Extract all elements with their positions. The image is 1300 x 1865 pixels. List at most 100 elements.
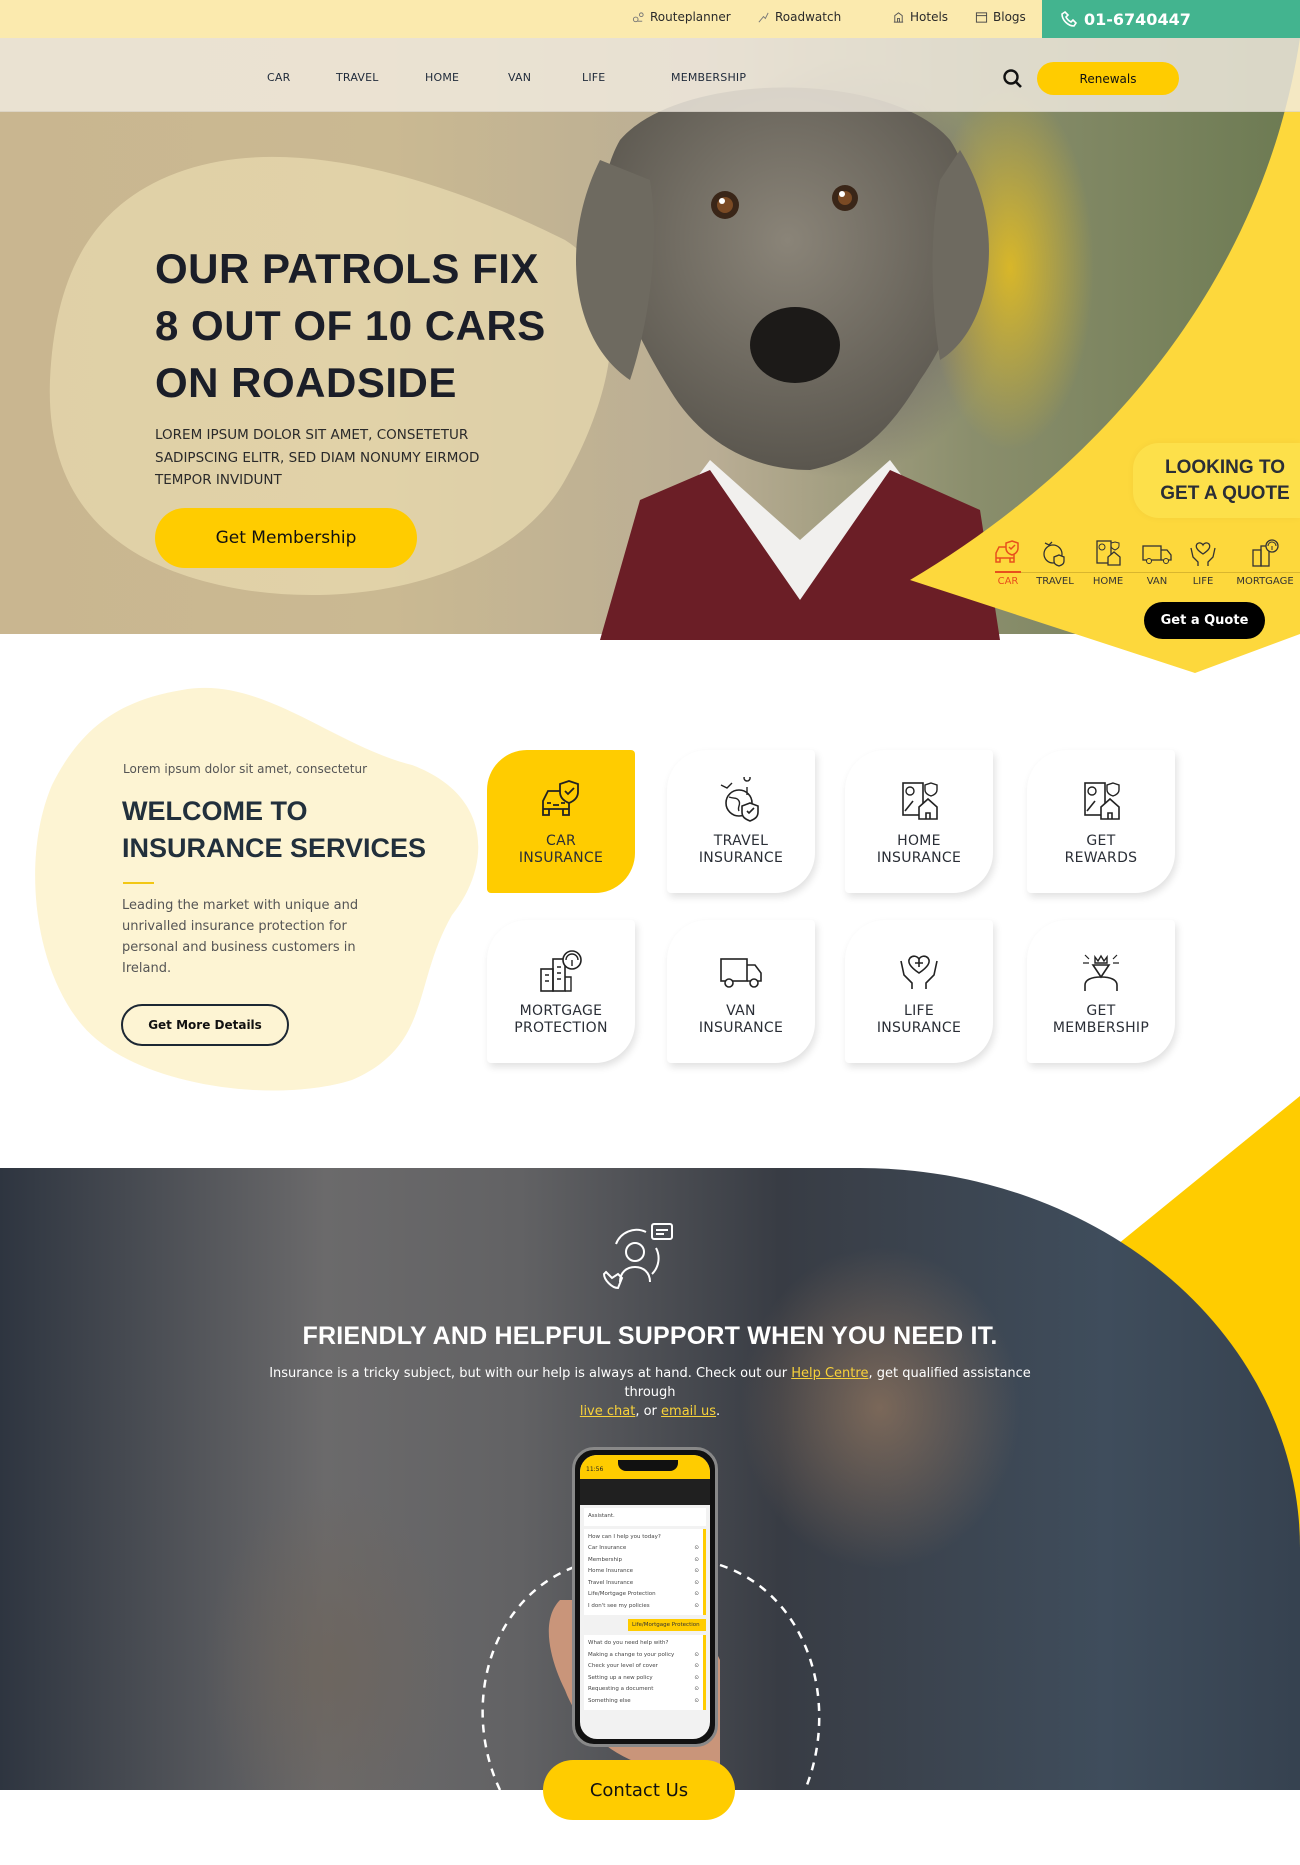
blogs-label: Blogs	[993, 10, 1026, 24]
chat-option[interactable]: Membership ⊙	[588, 1555, 699, 1567]
phone-notch	[618, 1460, 678, 1471]
quote-tab-label: TRAVEL	[1036, 576, 1074, 587]
diamond-person-icon	[1083, 954, 1119, 991]
rewards-document-icon	[1084, 781, 1120, 820]
support-text-part: Insurance is a tricky subject, but with …	[269, 1366, 792, 1381]
travel-globe-icon	[720, 776, 759, 822]
routeplanner-link[interactable]: Routeplanner	[632, 10, 731, 24]
quote-tab-label: MORTGAGE	[1236, 576, 1294, 587]
email-us-link[interactable]: email us	[661, 1404, 716, 1419]
service-card-label: CAR INSURANCE	[518, 832, 604, 866]
phone-screen: 11:56 Assistant. How can I help you toda…	[580, 1455, 710, 1739]
get-more-details-button[interactable]: Get More Details	[121, 1004, 289, 1046]
routeplanner-label: Routeplanner	[650, 10, 731, 24]
service-card-car-insurance[interactable]: CAR INSURANCE	[487, 750, 635, 893]
quote-tab-travel[interactable]: TRAVEL	[1027, 538, 1083, 587]
live-chat-link[interactable]: live chat	[580, 1404, 636, 1419]
nav-van[interactable]: VAN	[508, 71, 531, 84]
service-card-home-insurance[interactable]: HOME INSURANCE	[845, 750, 993, 893]
chat-options-card-2: What do you need help with? Making a cha…	[584, 1635, 706, 1710]
hotels-link[interactable]: Hotels	[892, 10, 948, 24]
home-document-icon	[1096, 540, 1121, 566]
quote-tab-label: CAR	[997, 576, 1019, 587]
welcome-body: Leading the market with unique and unriv…	[122, 898, 359, 976]
chat-option[interactable]: Something else ⊙	[588, 1696, 699, 1708]
hero-title-line: ON ROADSIDE	[155, 359, 457, 406]
roadwatch-label: Roadwatch	[775, 10, 842, 24]
service-card-label: VAN INSURANCE	[698, 1002, 784, 1036]
welcome-kicker: Lorem ipsum dolor sit amet, consectetur	[123, 762, 368, 776]
hero-title-line: 8 OUT OF 10 CARS	[155, 302, 546, 349]
roadwatch-link[interactable]: Roadwatch	[757, 10, 841, 24]
van-icon	[720, 957, 762, 988]
service-card-travel-insurance[interactable]: TRAVEL INSURANCE	[667, 750, 815, 893]
blog-icon	[975, 11, 988, 23]
quote-title-line: LOOKING TO	[1165, 457, 1285, 478]
home-document-icon	[902, 781, 938, 820]
chat-option[interactable]: Setting up a new policy ⊙	[588, 1673, 699, 1685]
quote-tab-label: VAN	[1146, 576, 1168, 587]
blogs-link[interactable]: Blogs	[975, 10, 1026, 24]
chat-option[interactable]: Home Insurance ⊙	[588, 1566, 699, 1578]
chat-option[interactable]: Check your level of cover ⊙	[588, 1661, 699, 1673]
phone-app-bar	[580, 1479, 710, 1505]
chat-message: Assistant.	[584, 1508, 706, 1526]
service-card-mortgage-protection[interactable]: MORTGAGE PROTECTION	[487, 920, 635, 1063]
support-text-part: , or	[635, 1404, 662, 1419]
nav-car[interactable]: CAR	[267, 71, 290, 84]
quote-title: LOOKING TO GET A QUOTE	[1150, 455, 1300, 507]
chat-option[interactable]: Travel Insurance ⊙	[588, 1578, 699, 1590]
chat-question: How can I help you today?	[588, 1533, 661, 1540]
search-icon[interactable]	[1002, 68, 1024, 90]
chat-option[interactable]: Car Insurance ⊙	[588, 1543, 699, 1555]
welcome-title: WELCOME TO INSURANCE SERVICES	[122, 793, 426, 867]
nav-travel[interactable]: TRAVEL	[336, 71, 379, 84]
service-card-label: TRAVEL INSURANCE	[698, 832, 784, 866]
support-text-part: .	[716, 1404, 721, 1419]
phone-icon	[1061, 10, 1078, 27]
chat-option[interactable]: I don't see my policies ⊙	[588, 1601, 699, 1613]
phone-number-link[interactable]: 01-6740447	[1042, 0, 1300, 38]
service-card-get-membership[interactable]: GET MEMBERSHIP	[1027, 920, 1175, 1063]
renewals-button[interactable]: Renewals	[1037, 62, 1179, 95]
nav-life[interactable]: LIFE	[582, 71, 605, 84]
phone-number: 01-6740447	[1084, 9, 1191, 29]
hotel-icon	[893, 11, 904, 23]
building-umbrella-icon	[1252, 539, 1279, 567]
get-a-quote-button[interactable]: Get a Quote	[1144, 602, 1265, 639]
quote-tab-mortgage[interactable]: MORTGAGE	[1223, 538, 1300, 587]
nav-home[interactable]: HOME	[425, 71, 459, 84]
support-text: Insurance is a tricky subject, but with …	[250, 1364, 1050, 1421]
nav-membership[interactable]: MEMBERSHIP	[671, 71, 746, 84]
service-card-label: LIFE INSURANCE	[876, 1002, 962, 1036]
service-card-label: MORTGAGE PROTECTION	[514, 1002, 608, 1036]
customer-support-icon	[602, 1223, 673, 1290]
chat-option[interactable]: Requesting a document ⊙	[588, 1684, 699, 1696]
contact-us-button[interactable]: Contact Us	[543, 1760, 735, 1820]
travel-globe-icon	[1043, 541, 1065, 567]
quote-title-line: GET A QUOTE	[1160, 483, 1290, 504]
welcome-divider	[123, 882, 154, 884]
welcome-title-line: WELCOME TO	[122, 796, 308, 826]
heart-hands-icon	[900, 954, 938, 989]
building-umbrella-icon	[540, 949, 582, 992]
welcome-title-line: INSURANCE SERVICES	[122, 833, 427, 863]
service-card-label: HOME INSURANCE	[876, 832, 962, 866]
help-centre-link[interactable]: Help Centre	[791, 1366, 868, 1381]
quote-tab-label: HOME	[1092, 576, 1124, 587]
chat-option[interactable]: Making a change to your policy ⊙	[588, 1650, 699, 1662]
quote-tab-home[interactable]: HOME	[1080, 538, 1136, 587]
support-title: FRIENDLY AND HELPFUL SUPPORT WHEN YOU NE…	[302, 1322, 998, 1350]
car-shield-icon	[542, 779, 579, 816]
service-card-get-rewards[interactable]: GET REWARDS	[1027, 750, 1175, 893]
main-nav: CAR TRAVEL HOME VAN LIFE MEMBERSHIP Rene…	[0, 38, 1300, 112]
chat-question: What do you need help with?	[588, 1640, 669, 1646]
service-card-van-insurance[interactable]: VAN INSURANCE	[667, 920, 815, 1063]
service-card-life-insurance[interactable]: LIFE INSURANCE	[845, 920, 993, 1063]
car-shield-icon	[995, 540, 1019, 563]
chat-options-card-1: How can I help you today? Car Insurance ⊙…	[584, 1528, 706, 1615]
quote-tab-label: LIFE	[1192, 576, 1214, 587]
get-membership-button[interactable]: Get Membership	[155, 508, 417, 568]
chat-option[interactable]: Life/Mortgage Protection ⊙	[588, 1589, 699, 1601]
hero-title: OUR PATROLS FIX 8 OUT OF 10 CARS ON ROAD…	[155, 240, 635, 411]
